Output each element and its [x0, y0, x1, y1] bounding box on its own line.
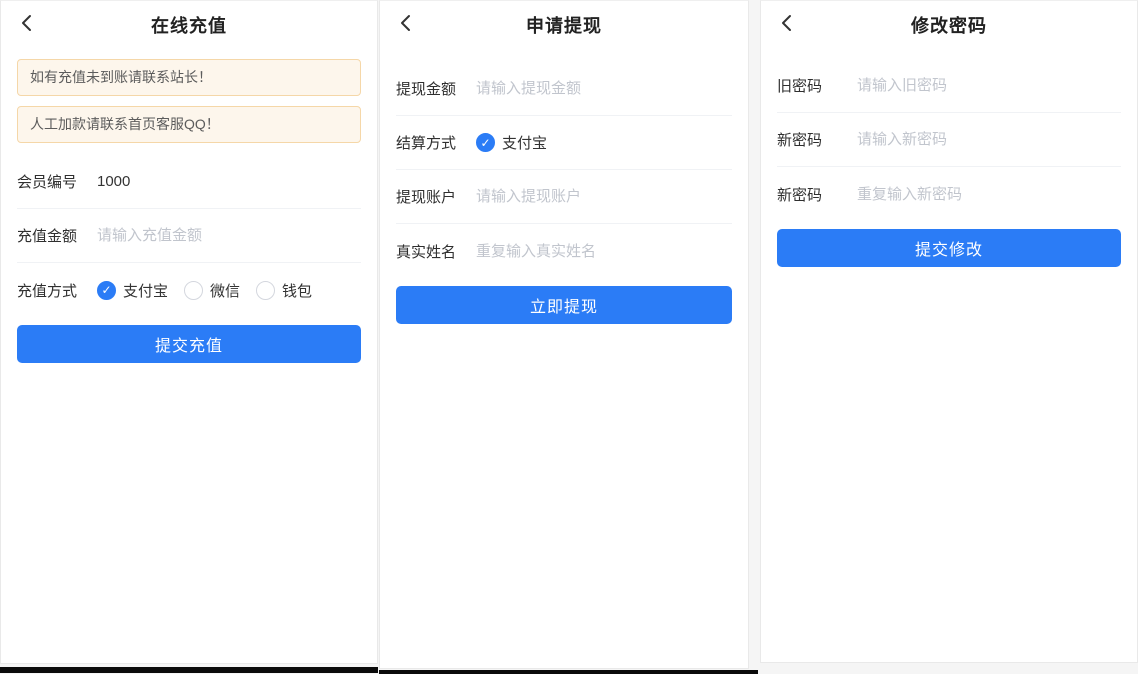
withdraw-screen: 申请提现 提现金额 结算方式 ✓ 支付宝 提现账户	[379, 0, 749, 669]
submit-change-button[interactable]: 提交修改	[777, 229, 1121, 267]
check-icon: ✓	[480, 137, 490, 149]
old-password-input[interactable]	[857, 77, 1121, 94]
back-button[interactable]	[773, 9, 801, 37]
check-icon: ✓	[101, 284, 111, 296]
chevron-left-icon	[778, 14, 796, 32]
chevron-left-icon	[18, 14, 36, 32]
back-button[interactable]	[13, 9, 41, 37]
radio-wallet[interactable]: ✓ 钱包	[256, 280, 312, 301]
page-title: 修改密码	[911, 12, 987, 38]
submit-recharge-button[interactable]: 提交充值	[17, 325, 361, 363]
screen-edge-bar	[379, 670, 758, 674]
recharge-amount-row: 充值金额	[17, 209, 361, 263]
real-name-label: 真实姓名	[396, 241, 460, 262]
recharge-header: 在线充值	[1, 1, 377, 49]
radio-circle-icon: ✓	[184, 281, 203, 300]
old-password-label: 旧密码	[777, 75, 841, 96]
change-password-screen: 修改密码 旧密码 新密码 新密码 提交修改	[760, 0, 1138, 663]
old-password-row: 旧密码	[777, 59, 1121, 113]
settlement-method-row: 结算方式 ✓ 支付宝	[396, 116, 732, 170]
withdraw-header: 申请提现	[380, 1, 748, 49]
confirm-password-row: 新密码	[777, 167, 1121, 221]
withdraw-amount-input[interactable]	[476, 80, 732, 97]
new-password-label: 新密码	[777, 129, 841, 150]
notice-banner: 如有充值未到账请联系站长！	[17, 59, 361, 96]
withdraw-amount-row: 提现金额	[396, 62, 732, 116]
recharge-amount-label: 充值金额	[17, 225, 81, 246]
recharge-method-label: 充值方式	[17, 280, 81, 301]
settlement-method-options: ✓ 支付宝	[476, 132, 547, 153]
recharge-amount-input[interactable]	[97, 227, 361, 244]
member-id-label: 会员编号	[17, 171, 81, 192]
real-name-input[interactable]	[476, 243, 732, 260]
radio-circle-icon: ✓	[256, 281, 275, 300]
screen-edge-bar	[0, 667, 378, 673]
member-id-value: 1000	[97, 173, 130, 190]
confirm-password-input[interactable]	[857, 186, 1121, 203]
real-name-row: 真实姓名	[396, 224, 732, 278]
settlement-method-label: 结算方式	[396, 132, 460, 153]
radio-alipay[interactable]: ✓ 支付宝	[476, 132, 547, 153]
page-title: 申请提现	[526, 12, 602, 38]
new-password-input[interactable]	[857, 131, 1121, 148]
recharge-screen: 在线充值 如有充值未到账请联系站长！ 人工加款请联系首页客服QQ！ 会员编号 1…	[0, 0, 378, 664]
notice-banner: 人工加款请联系首页客服QQ！	[17, 106, 361, 143]
page-title: 在线充值	[151, 12, 227, 38]
withdraw-account-label: 提现账户	[396, 186, 460, 207]
radio-circle-icon: ✓	[476, 133, 495, 152]
withdraw-now-button[interactable]: 立即提现	[396, 286, 732, 324]
radio-alipay[interactable]: ✓ 支付宝	[97, 280, 168, 301]
new-password-row: 新密码	[777, 113, 1121, 167]
chevron-left-icon	[397, 14, 415, 32]
withdraw-amount-label: 提现金额	[396, 78, 460, 99]
confirm-password-label: 新密码	[777, 184, 841, 205]
member-id-row: 会员编号 1000	[17, 155, 361, 209]
change-password-header: 修改密码	[761, 1, 1137, 49]
withdraw-account-row: 提现账户	[396, 170, 732, 224]
recharge-method-row: 充值方式 ✓ 支付宝 ✓ 微信 ✓ 钱包	[17, 263, 361, 317]
radio-wechat[interactable]: ✓ 微信	[184, 280, 240, 301]
withdraw-account-input[interactable]	[476, 188, 732, 205]
radio-circle-icon: ✓	[97, 281, 116, 300]
recharge-method-options: ✓ 支付宝 ✓ 微信 ✓ 钱包	[97, 280, 312, 301]
back-button[interactable]	[392, 9, 420, 37]
